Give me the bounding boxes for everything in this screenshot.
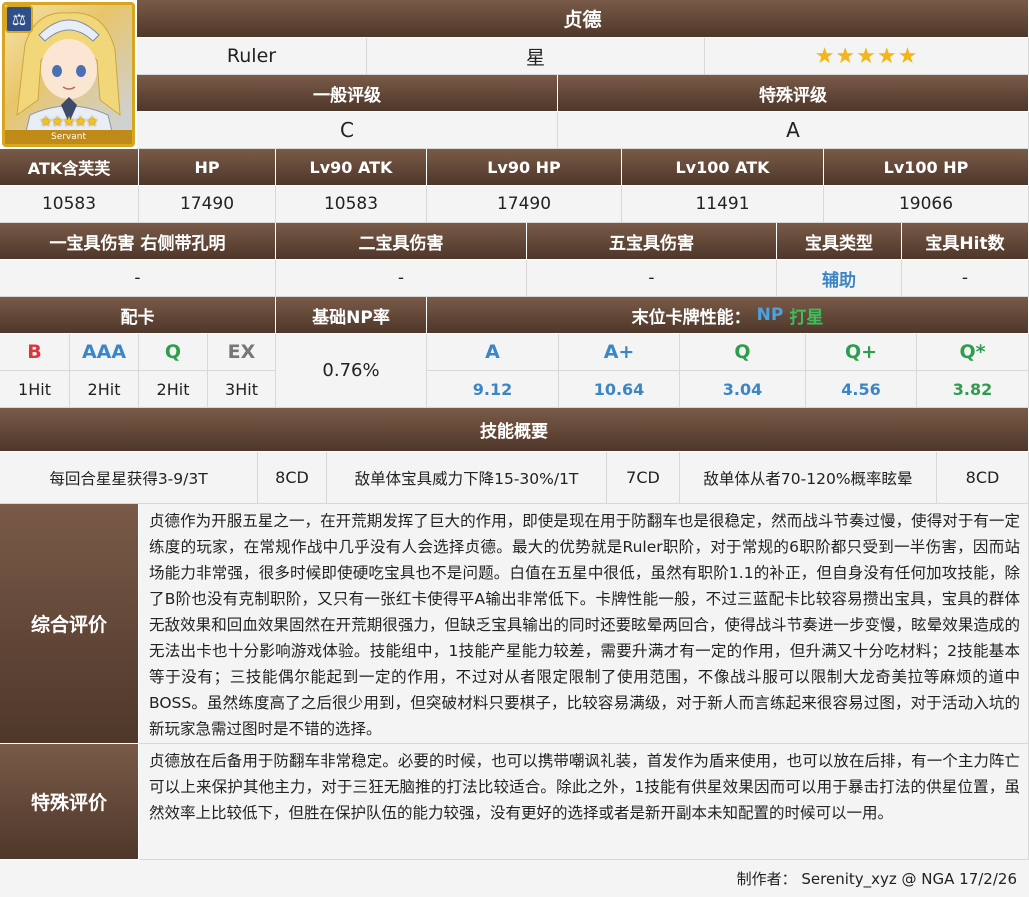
stat-header-atk-fou: ATK含芙芙 bbox=[0, 149, 139, 186]
stat-header-lv90-atk: Lv90 ATK bbox=[276, 149, 427, 186]
special-review-text: 贞德放在后备用于防翻车非常稳定。必要的时候，也可以携带嘲讽礼装，首发作为盾来使用… bbox=[139, 744, 1029, 860]
np-header-np1: 一宝具伤害 右侧带孔明 bbox=[0, 223, 276, 260]
deck-hits-quick: 2Hit bbox=[139, 371, 208, 408]
deck-card-arts: AAA bbox=[70, 334, 139, 371]
card-label: Servant bbox=[5, 130, 132, 144]
np-value-hits: - bbox=[902, 260, 1029, 297]
deck-card-quick: Q bbox=[139, 334, 208, 371]
overall-review-text: 贞德作为开服五星之一，在开荒期发挥了巨大的作用，即使是现在用于防翻车也是很稳定，… bbox=[139, 504, 1029, 744]
deck-hits-extra: 3Hit bbox=[208, 371, 276, 408]
last-card-star: 打星 bbox=[789, 307, 824, 328]
perf-value-q: 3.04 bbox=[680, 371, 806, 408]
skill-3-desc: 敌单体从者70-120%概率眩晕 bbox=[680, 452, 937, 504]
np-value-np2: - bbox=[276, 260, 527, 297]
rarity-stars: ★★★★★ bbox=[705, 38, 1029, 75]
last-card-header: 末位卡牌性能： NP 打星 bbox=[427, 297, 1029, 334]
deck-card-buster: B bbox=[0, 334, 70, 371]
skills-title: 技能概要 bbox=[0, 408, 1029, 452]
stat-value-lv90-hp: 17490 bbox=[427, 186, 622, 223]
deck-label: 配卡 bbox=[0, 297, 276, 334]
perf-value-q-plus: 4.56 bbox=[806, 371, 917, 408]
servant-name: 贞德 bbox=[137, 0, 1029, 38]
perf-header-q: Q bbox=[680, 334, 806, 371]
servant-portrait: ⚖ ★★★★★ Servant bbox=[0, 0, 137, 149]
special-rating-label: 特殊评级 bbox=[558, 75, 1029, 112]
last-card-np: NP bbox=[756, 305, 784, 325]
card-stars: ★★★★★ bbox=[39, 114, 99, 130]
skill-2-desc: 敌单体宝具威力下降15-30%/1T bbox=[327, 452, 607, 504]
perf-value-a: 9.12 bbox=[427, 371, 559, 408]
special-review-label: 特殊评价 bbox=[0, 744, 139, 860]
skill-3-cd: 8CD bbox=[937, 452, 1029, 504]
np-value-np1: - bbox=[0, 260, 276, 297]
stat-header-lv90-hp: Lv90 HP bbox=[427, 149, 622, 186]
perf-value-q-crit: 3.82 bbox=[917, 371, 1029, 408]
general-rating-value: C bbox=[137, 112, 558, 149]
np-header-hits: 宝具Hit数 bbox=[902, 223, 1029, 260]
np-value-np5: - bbox=[527, 260, 777, 297]
deck-hits-arts: 2Hit bbox=[70, 371, 139, 408]
perf-header-q-plus: Q+ bbox=[806, 334, 917, 371]
np-header-type: 宝具类型 bbox=[777, 223, 902, 260]
perf-header-a: A bbox=[427, 334, 559, 371]
last-card-label: 末位卡牌性能： bbox=[631, 307, 751, 328]
deck-card-extra: EX bbox=[208, 334, 276, 371]
stat-header-lv100-atk: Lv100 ATK bbox=[622, 149, 824, 186]
np-rate-label: 基础NP率 bbox=[276, 297, 427, 334]
footer-credit: 制作者： Serenity_xyz @ NGA 17/2/26 bbox=[0, 860, 1029, 897]
general-rating-label: 一般评级 bbox=[137, 75, 558, 112]
np-rate-value: 0.76% bbox=[276, 334, 427, 408]
skill-1-cd: 8CD bbox=[258, 452, 327, 504]
perf-header-q-crit: Q* bbox=[917, 334, 1029, 371]
np-header-np5: 五宝具伤害 bbox=[527, 223, 777, 260]
special-rating-value: A bbox=[558, 112, 1029, 149]
skill-2-cd: 7CD bbox=[607, 452, 680, 504]
stat-value-lv100-atk: 11491 bbox=[622, 186, 824, 223]
perf-header-a-plus: A+ bbox=[559, 334, 680, 371]
stat-header-hp: HP bbox=[139, 149, 276, 186]
np-header-np2: 二宝具伤害 bbox=[276, 223, 527, 260]
servant-class: Ruler bbox=[137, 38, 367, 75]
portrait-frame: ⚖ ★★★★★ Servant bbox=[2, 2, 135, 147]
servant-attribute: 星 bbox=[367, 38, 705, 75]
stat-header-lv100-hp: Lv100 HP bbox=[824, 149, 1029, 186]
stat-value-lv100-hp: 19066 bbox=[824, 186, 1029, 223]
skill-1-desc: 每回合星星获得3-9/3T bbox=[0, 452, 258, 504]
np-value-type: 辅助 bbox=[777, 260, 902, 297]
deck-hits-buster: 1Hit bbox=[0, 371, 70, 408]
ruler-class-icon: ⚖ bbox=[5, 5, 33, 33]
stat-value-lv90-atk: 10583 bbox=[276, 186, 427, 223]
perf-value-a-plus: 10.64 bbox=[559, 371, 680, 408]
overall-review-label: 综合评价 bbox=[0, 504, 139, 744]
stat-value-hp: 17490 bbox=[139, 186, 276, 223]
stat-value-atk-fou: 10583 bbox=[0, 186, 139, 223]
